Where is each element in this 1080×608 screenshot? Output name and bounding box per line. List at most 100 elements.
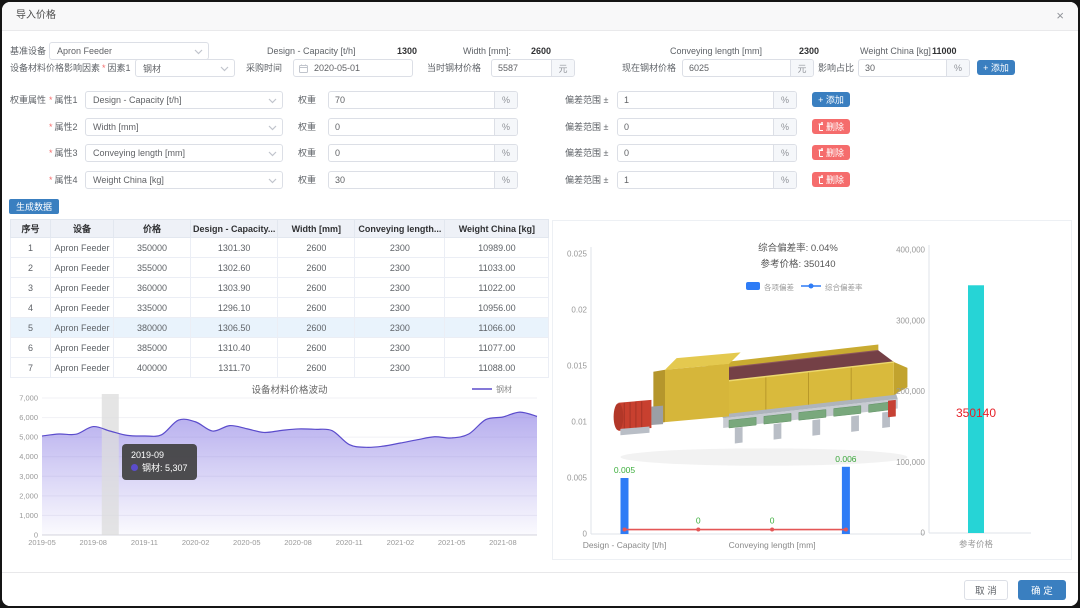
svg-text:2019-05: 2019-05 (28, 538, 56, 547)
cancel-button[interactable]: 取 消 (964, 580, 1008, 600)
table-header-cell: Weight China [kg] (444, 219, 550, 238)
add-factor-button[interactable]: + 添加 (977, 60, 1015, 75)
now-price-input[interactable]: 元 (682, 59, 814, 77)
percent-suffix: % (773, 119, 796, 135)
svg-text:2,000: 2,000 (19, 491, 38, 500)
weight-input[interactable]: % (328, 91, 518, 109)
add-attribute-button[interactable]: + 添加 (812, 92, 850, 107)
attribute-select[interactable]: Conveying length [mm] (85, 144, 283, 162)
chevron-down-icon (268, 98, 277, 104)
table-header-cell: Conveying length... (354, 219, 446, 238)
table-cell: 1310.40 (189, 337, 279, 358)
base-device-select[interactable]: Apron Feeder (49, 42, 209, 60)
weight-attribute-row: *属性4 Weight China [kg] 权重% 偏差范围 ±% 删除 (2, 171, 1078, 189)
svg-text:各项偏差: 各项偏差 (764, 282, 794, 292)
attribute-select[interactable]: Width [mm] (85, 118, 283, 136)
table-cell: 335000 (113, 297, 191, 318)
svg-text:0: 0 (696, 516, 701, 526)
factor-select[interactable]: 钢材 (135, 59, 235, 77)
base-device-label: 基准设备 (10, 46, 47, 56)
percent-suffix: % (494, 145, 517, 161)
table-header-cell: Design - Capacity... (189, 219, 279, 238)
table-row[interactable]: 7 Apron Feeder 400000 1311.70 2600 2300 11088.… (10, 357, 550, 378)
svg-text:2019-11: 2019-11 (131, 538, 158, 547)
svg-text:0.02: 0.02 (571, 306, 587, 315)
purchase-date-input[interactable] (293, 59, 413, 77)
chevron-down-icon (194, 49, 203, 55)
deviation-panel: 0 0.005 0.01 0.015 0.02 0.025 0.005 0 0 0.006 Desi… (552, 220, 1072, 560)
table-cell: 355000 (113, 257, 191, 278)
svg-text:0.025: 0.025 (567, 250, 588, 259)
svg-text:5,000: 5,000 (19, 433, 38, 442)
percent-suffix: % (946, 60, 969, 76)
svg-text:2021-02: 2021-02 (387, 538, 415, 547)
attribute-label: * 属性2 (49, 122, 78, 132)
table-row[interactable]: 5 Apron Feeder 380000 1306.50 2600 2300 11066.… (10, 317, 550, 338)
svg-text:3,000: 3,000 (19, 472, 38, 481)
spec-value: 1300 (397, 46, 418, 56)
base-device-row: 基准设备 Apron Feeder Design - Capacity [t/h… (2, 42, 1078, 60)
table-cell: Apron Feeder (50, 297, 114, 318)
table-cell: 2600 (277, 337, 356, 358)
percent-suffix: % (773, 172, 796, 188)
deviation-input[interactable]: % (617, 91, 797, 109)
delete-attribute-button[interactable]: 删除 (812, 172, 850, 187)
factor-section-label: 设备材料价格影响因素 (10, 63, 101, 73)
svg-text:4,000: 4,000 (19, 452, 38, 461)
svg-text:0.005: 0.005 (567, 474, 588, 483)
table-cell: 2300 (354, 277, 446, 298)
svg-text:Conveying length [mm]: Conveying length [mm] (729, 540, 816, 550)
spec-value: 11000 (932, 46, 957, 56)
dialog-footer: 取 消 确 定 (2, 572, 1078, 606)
trash-icon (818, 175, 823, 184)
close-icon[interactable]: × (1056, 2, 1064, 30)
weight-input[interactable]: % (328, 144, 518, 162)
svg-text:7,000: 7,000 (19, 394, 38, 403)
deviation-input[interactable]: % (617, 171, 797, 189)
deviation-input[interactable]: % (617, 118, 797, 136)
weight-input[interactable]: % (328, 118, 518, 136)
table-cell: 11033.00 (444, 257, 550, 278)
trash-icon (818, 148, 823, 157)
trash-icon (818, 122, 823, 131)
weight-attribute-row: 权重属性*属性1 Design - Capacity [t/h] 权重% 偏差范围 ±… (2, 91, 1078, 109)
delete-attribute-button[interactable]: 删除 (812, 119, 850, 134)
weight-input[interactable]: % (328, 171, 518, 189)
table-row[interactable]: 1 Apron Feeder 350000 1301.30 2600 2300 10989.… (10, 237, 550, 258)
table-cell: 2600 (277, 317, 356, 338)
svg-text:2020-08: 2020-08 (284, 538, 312, 547)
table-row[interactable]: 2 Apron Feeder 355000 1302.60 2600 2300 11033.… (10, 257, 550, 278)
attribute-select[interactable]: Weight China [kg] (85, 171, 283, 189)
table-cell: 1303.90 (189, 277, 279, 298)
material-price-chart: 0 1,000 2,000 3,000 4,000 5,000 6,000 7,000 2019… (10, 380, 545, 560)
svg-text:设备材料价格波动: 设备材料价格波动 (251, 384, 327, 396)
percent-suffix: % (773, 145, 796, 161)
table-cell: 350000 (113, 237, 191, 258)
table-row[interactable]: 4 Apron Feeder 335000 1296.10 2600 2300 10956.… (10, 297, 550, 318)
confirm-button[interactable]: 确 定 (1018, 580, 1066, 600)
delete-attribute-button[interactable]: 删除 (812, 145, 850, 160)
chevron-down-icon (268, 178, 277, 184)
table-cell: Apron Feeder (50, 277, 114, 298)
svg-text:0: 0 (583, 530, 588, 539)
svg-text:200,000: 200,000 (896, 387, 925, 396)
generate-data-button[interactable]: 生成数据 (9, 199, 60, 214)
table-cell: 2300 (354, 237, 446, 258)
attribute-select[interactable]: Design - Capacity [t/h] (85, 91, 283, 109)
svg-text:2020-05: 2020-05 (233, 538, 261, 547)
table-cell: 2300 (354, 257, 446, 278)
attribute-label: * 属性4 (49, 175, 78, 185)
table-cell: 385000 (113, 337, 191, 358)
ratio-input[interactable]: % (858, 59, 970, 77)
import-price-dialog: 导入价格 × 基准设备 Apron Feeder Design - Capaci… (2, 2, 1078, 606)
table-row[interactable]: 3 Apron Feeder 360000 1303.90 2600 2300 11022.… (10, 277, 550, 298)
spec-label: Conveying length [mm] (670, 46, 763, 56)
ratio-label: 影响占比 (818, 63, 855, 73)
svg-text:1,000: 1,000 (19, 511, 38, 520)
table-cell: 1306.50 (189, 317, 279, 338)
deviation-input[interactable]: % (617, 144, 797, 162)
table-row[interactable]: 6 Apron Feeder 385000 1310.40 2600 2300 11077.… (10, 337, 550, 358)
deviation-label: 偏差范围 ± (565, 148, 609, 158)
percent-suffix: % (773, 92, 796, 108)
then-price-input[interactable]: 元 (491, 59, 575, 77)
